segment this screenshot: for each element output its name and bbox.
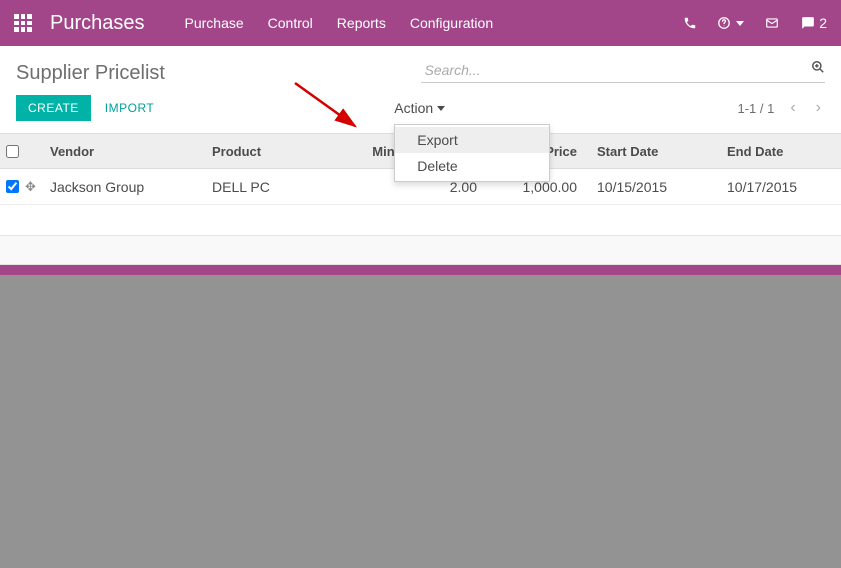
action-dropdown: Export Delete <box>394 124 550 182</box>
footer-bar <box>0 265 841 275</box>
create-button[interactable]: CREATE <box>16 95 91 121</box>
select-all-checkbox[interactable] <box>6 145 19 158</box>
dropdown-delete[interactable]: Delete <box>395 153 549 179</box>
messages-icon[interactable]: 2 <box>800 15 827 31</box>
cell-end: 10/17/2015 <box>717 179 837 195</box>
drag-handle-icon[interactable]: ✥ <box>25 179 36 195</box>
topbar: Purchases Purchase Control Reports Confi… <box>0 0 841 46</box>
app-title: Purchases <box>50 12 145 35</box>
pager-next[interactable]: › <box>812 97 825 119</box>
search-input[interactable] <box>421 58 826 83</box>
search-plus-icon[interactable] <box>811 60 825 79</box>
menu-configuration[interactable]: Configuration <box>410 15 493 31</box>
pager: 1-1 / 1 ‹ › <box>737 97 825 119</box>
th-end[interactable]: End Date <box>717 144 837 159</box>
messages-count: 2 <box>819 15 827 31</box>
mail-icon[interactable] <box>764 16 780 30</box>
pager-prev[interactable]: ‹ <box>786 97 799 119</box>
top-icons: 2 <box>683 15 827 31</box>
th-product[interactable]: Product <box>212 144 312 159</box>
row-checkbox[interactable] <box>6 180 19 193</box>
action-button[interactable]: Action <box>394 100 445 116</box>
blank-strip <box>0 235 841 265</box>
menu-purchase[interactable]: Purchase <box>185 15 244 31</box>
cell-start: 10/15/2015 <box>587 179 717 195</box>
pager-text: 1-1 / 1 <box>737 101 774 116</box>
phone-icon[interactable] <box>683 16 697 30</box>
cell-vendor: Jackson Group <box>50 179 212 195</box>
menu-reports[interactable]: Reports <box>337 15 386 31</box>
chevron-down-icon <box>736 21 744 26</box>
caret-down-icon <box>437 106 445 111</box>
th-vendor[interactable]: Vendor <box>50 144 212 159</box>
action-label: Action <box>394 100 433 116</box>
cell-product: DELL PC <box>212 179 312 195</box>
dropdown-export[interactable]: Export <box>395 127 549 153</box>
search-area <box>421 58 826 83</box>
help-icon[interactable] <box>717 16 744 30</box>
th-start[interactable]: Start Date <box>587 144 717 159</box>
content-area: Supplier Pricelist CREATE IMPORT Action … <box>0 46 841 265</box>
main-menu: Purchase Control Reports Configuration <box>185 15 494 31</box>
import-button[interactable]: IMPORT <box>105 101 154 115</box>
breadcrumb: Supplier Pricelist <box>16 58 421 85</box>
apps-icon[interactable] <box>14 14 32 32</box>
menu-control[interactable]: Control <box>268 15 313 31</box>
